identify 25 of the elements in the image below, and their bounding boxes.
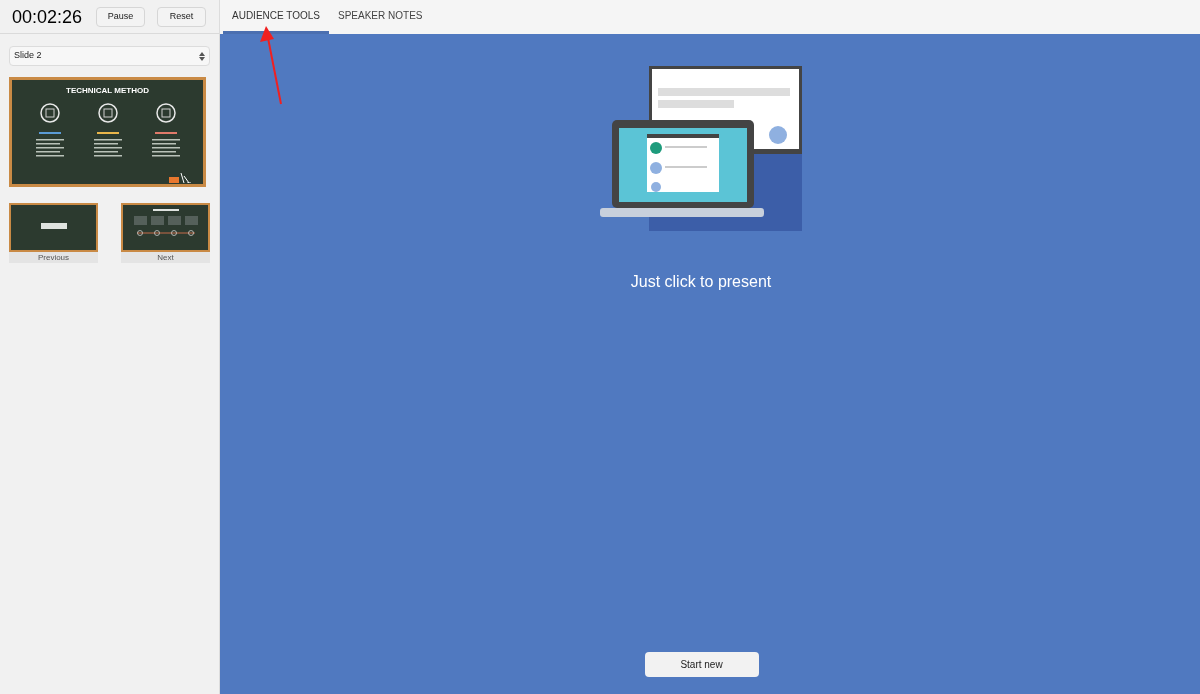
headline-bar-icon: [96, 132, 119, 134]
slide-thumbnail[interactable]: [121, 203, 210, 252]
slide-thumbnail[interactable]: TECHNICAL METHOD: [9, 77, 206, 187]
headline-bar-icon: [38, 132, 61, 134]
start-new-button[interactable]: Start new: [644, 652, 759, 677]
tab[interactable]: SPEAKER NOTES: [329, 0, 432, 34]
pause-button[interactable]: Pause: [96, 6, 146, 27]
title-bar-icon: [40, 223, 67, 229]
reset-button[interactable]: Reset: [157, 6, 207, 27]
body-text-lines-icon: [150, 138, 181, 158]
slide-label: Previous: [9, 252, 98, 263]
chalk-circle-icon: [96, 102, 119, 124]
chalk-circle-icon: [154, 102, 177, 124]
headline-bar-icon: [154, 132, 177, 134]
present-message: Just click to present: [630, 272, 772, 292]
slide-select[interactable]: Slide 2: [9, 46, 210, 66]
body-text-lines-icon: [34, 138, 65, 158]
timer-display: 00:02:26: [12, 5, 83, 28]
chalk-circle-icon: [38, 102, 61, 124]
sort-arrows-icon: [199, 51, 205, 61]
chalk-eraser-icon: [169, 173, 191, 183]
slide-label: Next: [121, 252, 210, 263]
slide-title: TECHNICAL METHOD: [66, 86, 149, 96]
body-text-lines-icon: [92, 138, 123, 158]
slide-thumbnail[interactable]: [9, 203, 98, 252]
